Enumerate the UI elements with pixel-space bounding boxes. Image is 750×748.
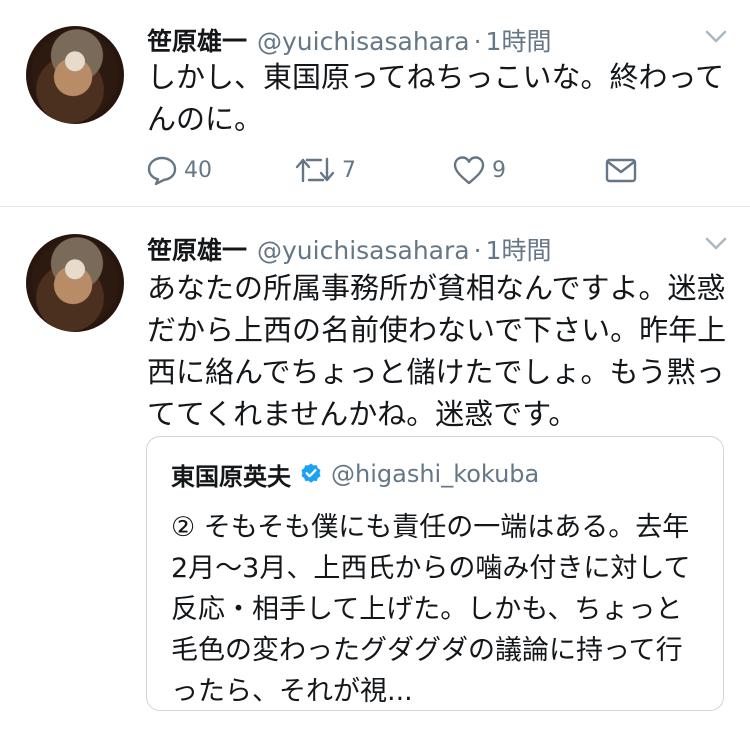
chevron-down-icon[interactable] [705, 30, 727, 44]
tweet[interactable]: 笹原雄一 @yuichisasahara · 1時間 あなたの所属事務所が貧相な… [0, 207, 750, 748]
reply-count: 40 [184, 157, 212, 183]
like-count: 9 [492, 157, 506, 183]
avatar[interactable] [26, 26, 124, 124]
chevron-down-icon[interactable] [705, 237, 727, 251]
quoted-tweet-text: ② そもそも僕にも責任の一端はある。去年2月〜3月、上西氏からの噛み付きに対して… [171, 512, 691, 707]
author-handle[interactable]: @yuichisasahara [257, 27, 470, 56]
tweet-actions: 40 7 9 [146, 152, 646, 188]
quoted-tweet[interactable]: 東国原英夫 @higashi_kokuba ② そもそも僕にも責任の一端はある。… [146, 436, 724, 711]
like-button[interactable]: 9 [452, 152, 506, 188]
author-name[interactable]: 笹原雄一 [147, 22, 247, 58]
quoted-author-name: 東国原英夫 [171, 462, 291, 491]
direct-message-button[interactable] [604, 152, 638, 188]
separator: · [473, 236, 482, 265]
tweet-header: 笹原雄一 @yuichisasahara · 1時間 [147, 231, 551, 267]
retweet-icon [295, 157, 335, 183]
reply-icon [147, 156, 177, 186]
timestamp[interactable]: 1時間 [486, 22, 552, 58]
author-handle[interactable]: @yuichisasahara [257, 236, 470, 265]
timestamp[interactable]: 1時間 [486, 231, 552, 267]
retweet-count: 7 [342, 157, 356, 183]
avatar[interactable] [26, 234, 124, 332]
tweet-text: あなたの所属事務所が貧相なんですよ。迷惑だから上西の名前使わないで下さい。昨年上… [147, 271, 727, 431]
tweet[interactable]: 笹原雄一 @yuichisasahara · 1時間 しかし、東国原ってねちっこ… [0, 0, 750, 207]
tweet-header: 笹原雄一 @yuichisasahara · 1時間 [147, 22, 551, 58]
author-name[interactable]: 笹原雄一 [147, 231, 247, 267]
quoted-author-handle: @higashi_kokuba [331, 460, 540, 488]
verified-badge-icon [301, 463, 321, 483]
heart-icon [453, 156, 485, 185]
retweet-button[interactable]: 7 [294, 152, 356, 188]
quoted-tweet-header: 東国原英夫 @higashi_kokuba [171, 457, 539, 491]
envelope-icon [605, 158, 637, 183]
tweet-text: しかし、東国原ってねちっこいな。終わってんのに。 [147, 60, 725, 136]
separator: · [473, 27, 482, 56]
reply-button[interactable]: 40 [146, 152, 212, 188]
